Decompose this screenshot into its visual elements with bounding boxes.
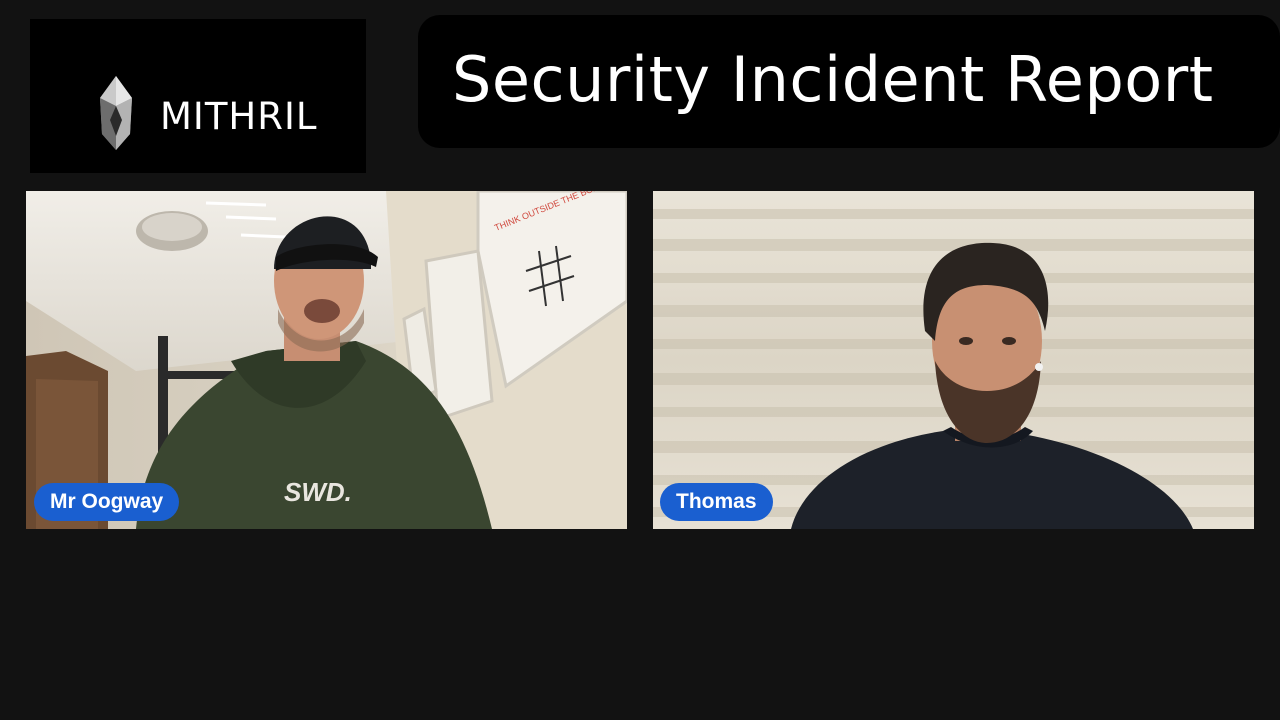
shirt-logo-text: SWD.	[284, 477, 352, 507]
brand-name: MITHRIL	[160, 95, 318, 138]
participant-name-thomas: Thomas	[660, 483, 773, 521]
brand-logo-panel: MITHRIL	[30, 19, 366, 173]
video-tile-thomas[interactable]: Thomas	[653, 191, 1254, 529]
video-feed-mr-oogway: THINK OUTSIDE THE BOX SWD.	[26, 191, 627, 529]
page-title: Security Incident Report	[452, 43, 1214, 116]
participant-name-mr-oogway: Mr Oogway	[34, 483, 180, 521]
mithril-gem-icon	[100, 76, 132, 150]
title-panel: Security Incident Report	[418, 15, 1280, 148]
video-tile-mr-oogway[interactable]: THINK OUTSIDE THE BOX SWD. Mr Oogway	[26, 191, 627, 529]
video-feed-thomas	[653, 191, 1254, 529]
